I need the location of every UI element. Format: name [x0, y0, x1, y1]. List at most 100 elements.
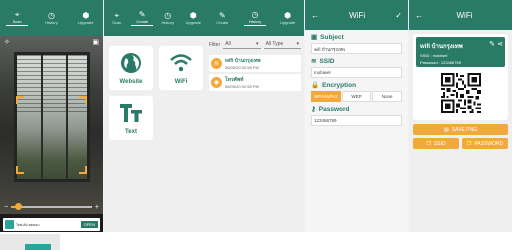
tab-history[interactable]: ◷ History: [157, 11, 179, 25]
flash-icon[interactable]: ✧: [4, 38, 10, 46]
subject-input[interactable]: wifi บ้านกรุงเทพ: [311, 43, 402, 54]
key-icon: ⚷: [311, 106, 316, 113]
zoom-in-icon[interactable]: +: [95, 204, 99, 211]
tab-upgrade[interactable]: ⬢ Upgrade: [277, 11, 299, 25]
back-arrow-icon[interactable]: ←: [311, 11, 319, 20]
filter-select[interactable]: All ▾: [223, 40, 261, 49]
history-title: โทรศัพท์: [225, 77, 244, 83]
globe-icon: [120, 51, 142, 75]
save-png-button[interactable]: ▤ SAVE PNG: [413, 124, 508, 135]
wifi-icon: [169, 51, 193, 75]
create-type-grid: Website WiFi Text: [104, 36, 206, 150]
tab-label: Upgrade: [185, 20, 201, 25]
edit-icon[interactable]: ✎: [489, 40, 495, 48]
tab-upgrade[interactable]: ⬢ Upgrade: [75, 11, 97, 25]
ad-banner[interactable]: Test Ad ทดสอบ OPEN: [3, 218, 100, 231]
card-label: WiFi: [174, 79, 188, 85]
camera-controls: ✧ ▣: [0, 36, 103, 46]
tab-upgrade[interactable]: ⬢ Upgrade: [182, 11, 204, 25]
field-label: Subject: [320, 33, 344, 41]
scan-icon: ⌖: [14, 9, 20, 19]
result-header: ← WiFi: [409, 0, 512, 30]
tab-history[interactable]: ◷ History: [243, 10, 266, 26]
result-card: wifi บ้านกรุงเทพ SSID : mobiwel Password…: [413, 34, 508, 120]
tab-create[interactable]: ✎ Create: [211, 11, 233, 25]
copy-ssid-button[interactable]: ❐ SSID: [413, 138, 459, 149]
tab-label: Upgrade: [78, 20, 94, 25]
wifi-icon: ≋: [311, 58, 317, 65]
tab-scan[interactable]: ⌖ Scan: [6, 9, 29, 26]
tab-label: Scan: [112, 20, 122, 25]
share-icon[interactable]: ⋖: [497, 40, 503, 48]
filter-value: All: [225, 41, 231, 47]
page-title: WiFi: [349, 10, 366, 20]
encryption-option-none[interactable]: None: [372, 91, 403, 102]
page-title: WiFi: [456, 10, 473, 20]
encryption-option-wpa[interactable]: WPA/WPA2: [311, 91, 341, 102]
check-icon[interactable]: ✓: [395, 11, 402, 20]
ssid-input[interactable]: mobiwel: [311, 67, 402, 78]
ad-open-button[interactable]: OPEN: [80, 221, 98, 228]
top-tab-bar: ✎ Create ◷ History ⬢ Upgrade: [206, 0, 304, 36]
history-title: wifi บ้านกรุงเทพ: [225, 58, 261, 64]
result-password: Password : 123456789: [420, 60, 461, 65]
tab-label: History: [161, 20, 174, 25]
bottom-thumbnail: [0, 234, 60, 250]
gallery-icon[interactable]: ▣: [92, 38, 99, 46]
result-date: 06/05/20 02:55 PM: [420, 67, 454, 72]
password-input[interactable]: 123456789: [311, 115, 402, 126]
back-arrow-icon[interactable]: ←: [415, 11, 423, 20]
tab-label: Create: [216, 20, 229, 25]
create-wifi-card[interactable]: WiFi: [159, 46, 203, 90]
form-header: ← WiFi ✓: [305, 0, 408, 30]
filter-label: Filter: [209, 41, 221, 48]
encryption-options: WPA/WPA2 WEP None: [311, 91, 403, 102]
create-text-card[interactable]: Text: [109, 96, 153, 140]
tab-scan[interactable]: ⌖ Scan: [106, 11, 128, 25]
subject-field: ▣ Subject wifi บ้านกรุงเทพ: [305, 30, 408, 54]
upgrade-icon: ⬢: [82, 10, 90, 20]
screenshot-collage: ⌖ Scan ◷ History ⬢ Upgrade ✧ ▣ − + Test …: [0, 0, 512, 250]
lock-icon: 🔒: [311, 82, 320, 89]
copy-icon: ❐: [466, 140, 472, 147]
create-screen: ⌖ Scan ✎ Create ◷ History ⬢ Upgrade Website …: [104, 0, 206, 232]
field-label: Encryption: [322, 81, 357, 89]
chevron-down-icon: ▾: [256, 41, 259, 47]
camera-scene-blinds: [17, 55, 87, 115]
list-item[interactable]: ◉ โทรศัพท์ 06/05/20 02:55 PM: [209, 74, 301, 91]
field-label: Password: [318, 105, 350, 113]
wifi-icon: ≋: [211, 58, 222, 69]
zoom-out-icon[interactable]: −: [4, 204, 8, 211]
card-label: Website: [119, 79, 143, 85]
globe-icon: ◉: [211, 77, 222, 88]
history-filters: Filter All ▾ All Type ▾: [206, 36, 304, 53]
scan-icon: ⌖: [114, 10, 119, 20]
camera-scene-window: [14, 52, 90, 182]
copy-row: ❐ SSID ❐ PASSWORD: [413, 138, 508, 149]
encryption-option-wep[interactable]: WEP: [341, 91, 372, 102]
field-label: SSID: [319, 57, 335, 65]
copy-icon: ❐: [426, 140, 431, 147]
scan-frame-corner: [16, 96, 24, 104]
copy-password-button[interactable]: ❐ PASSWORD: [462, 138, 508, 149]
type-select[interactable]: All Type ▾: [263, 40, 301, 49]
top-tab-bar: ⌖ Scan ◷ History ⬢ Upgrade: [0, 0, 103, 36]
list-item[interactable]: ≋ wifi บ้านกรุงเทพ 06/05/20 02:58 PM: [209, 55, 301, 72]
pencil-icon: ✎: [138, 9, 146, 19]
history-icon: ◷: [47, 10, 55, 20]
save-row: ▤ SAVE PNG: [413, 124, 508, 135]
create-website-card[interactable]: Website: [109, 46, 153, 90]
zoom-slider[interactable]: − +: [4, 203, 99, 211]
password-field: ⚷ Password 123456789: [305, 102, 408, 126]
tab-create[interactable]: ✎ Create: [131, 9, 154, 26]
upgrade-icon: ⬢: [189, 10, 197, 20]
scan-screen: ⌖ Scan ◷ History ⬢ Upgrade ✧ ▣ − + Test …: [0, 0, 103, 232]
scan-frame-corner: [79, 166, 87, 174]
history-icon: ◷: [164, 10, 172, 20]
pencil-icon: ✎: [218, 10, 226, 20]
wifi-result-screen: ← WiFi wifi บ้านกรุงเทพ SSID : mobiwel P…: [409, 0, 512, 232]
tab-history[interactable]: ◷ History: [40, 11, 62, 25]
zoom-track[interactable]: [11, 203, 92, 210]
history-date: 06/05/20 02:55 PM: [225, 84, 259, 89]
zoom-handle[interactable]: [15, 203, 23, 210]
